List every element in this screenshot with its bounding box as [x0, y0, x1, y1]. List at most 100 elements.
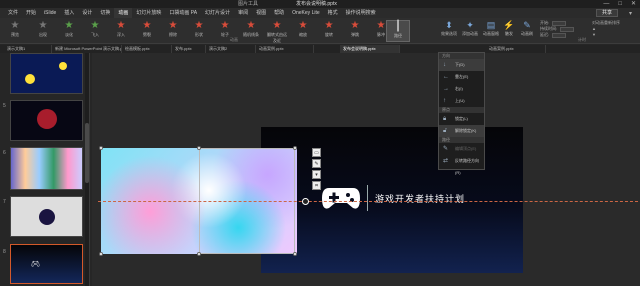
arrow-left-icon: ← — [443, 74, 449, 80]
doc-tab-active[interactable]: 发布会说明稿.pptx — [340, 45, 400, 53]
anim-grow-turn[interactable]: ★ 翻转式由远及近 — [266, 20, 288, 43]
anim-label: 旋转 — [325, 32, 333, 37]
anim-shape[interactable]: ★ 形状 — [188, 20, 210, 42]
menu-item-left[interactable]: ← 靠左(E) — [439, 71, 484, 83]
window-title: 发布会说明稿.pptx — [296, 1, 337, 7]
slide-thumbnail[interactable] — [10, 147, 83, 190]
timing-group-label: 计时 — [578, 37, 586, 42]
quick-filter-icon[interactable]: ▾ — [312, 170, 321, 179]
fly-in-icon: ★ — [90, 20, 100, 31]
anim-bounce[interactable]: ★ 弹跳 — [344, 20, 366, 42]
menu-item-label: 解除锁定(K) — [455, 128, 477, 133]
scrollbar-thumb[interactable] — [85, 123, 89, 183]
resize-handle[interactable] — [293, 146, 297, 150]
quick-layout-icon[interactable]: ▭ — [312, 148, 321, 157]
reverse-icon: ⇄ — [443, 158, 449, 164]
resize-handle[interactable] — [293, 252, 297, 256]
duration-field[interactable] — [560, 26, 575, 32]
doc-tab[interactable]: 动画案例.pptx — [486, 45, 546, 53]
menu-item-label: 上(U) — [455, 98, 465, 103]
brush-icon: ✎ — [523, 20, 531, 30]
grow-turn-icon: ★ — [272, 20, 282, 31]
wheel-icon: ★ — [220, 20, 230, 31]
menu-item-locked[interactable]: 🔒︎ 锁定(L) — [439, 113, 484, 125]
doc-tab[interactable]: 发布.pptx — [172, 45, 206, 53]
menu-item-reverse-path[interactable]: ⇄ 反转路径方向(R) — [439, 155, 484, 175]
delay-field[interactable] — [552, 32, 567, 38]
menu-item-right[interactable]: → 右(I) — [439, 83, 484, 95]
anim-label: 浮入 — [117, 32, 125, 37]
share-button[interactable]: 共享 — [595, 9, 618, 17]
anim-wipe[interactable]: ★ 擦除 — [162, 20, 184, 42]
gamepad-icon — [322, 188, 360, 209]
start-select[interactable] — [552, 20, 567, 26]
move-later-icon[interactable]: ▼ — [592, 32, 596, 38]
menu-item-label: 靠左(E) — [455, 74, 469, 79]
resize-handle[interactable] — [197, 146, 201, 150]
path-line-icon: ┃ — [394, 21, 402, 32]
slide-thumbnail[interactable] — [10, 196, 83, 237]
add-animation-icon: ✦ — [466, 20, 474, 30]
doc-tab[interactable]: 新建 Microsoft PowerPoint 演示文稿.pptx — [52, 45, 122, 53]
title-divider — [367, 185, 368, 211]
doc-tab[interactable]: 演示文稿2 — [206, 45, 256, 53]
quick-style-icon[interactable]: ✎ — [312, 159, 321, 168]
anim-label: 淡化 — [65, 32, 73, 37]
resize-handle[interactable] — [99, 252, 103, 256]
anim-motion-path[interactable]: ┃ 路径 — [386, 20, 410, 42]
trigger-button[interactable]: ⚡ 触发 — [500, 20, 518, 37]
anim-label: 劈裂 — [143, 32, 151, 37]
window-controls: — □ ✕ — [603, 0, 636, 8]
menu-item-label: 锁定(L) — [455, 116, 468, 121]
anim-fly-in[interactable]: ★ 飞入 — [84, 20, 106, 42]
animation-group-label: 动画 — [230, 37, 238, 42]
quick-crop-icon[interactable]: ⌗ — [312, 181, 321, 190]
maximize-icon[interactable]: □ — [618, 0, 622, 8]
menu-item-up[interactable]: ↑ 上(U) — [439, 95, 484, 107]
preview-button[interactable]: ★ 预览 — [4, 20, 26, 42]
anim-random-bars[interactable]: ★ 随机线条 — [240, 20, 262, 42]
doc-tab[interactable]: 演示文稿1 — [4, 45, 52, 53]
anim-zoom[interactable]: ★ 缩放 — [292, 20, 314, 42]
animation-painter-button[interactable]: ✎ 动画刷 — [518, 20, 536, 37]
path-end-point[interactable] — [302, 198, 309, 205]
effect-options-menu: 方向 ↓ 下(D) ← 靠左(E) → 右(I) ↑ 上(U) 原点 🔒︎ 锁定(L) 🔓… — [438, 52, 485, 175]
slide-title[interactable]: 游戏开发者扶持计划 — [375, 192, 465, 205]
anim-float-in[interactable]: ★ 浮入 — [110, 20, 132, 42]
arrow-down-icon: ↓ — [443, 62, 446, 68]
unlock-icon: 🔓︎ — [443, 128, 447, 134]
menu-item-unlocked[interactable]: 🔓︎ 解除锁定(K) — [439, 125, 484, 137]
random-bars-icon: ★ — [246, 20, 256, 31]
trigger-label: 触发 — [505, 31, 513, 36]
gamepad-icon: 🎮︎ — [31, 261, 40, 268]
resize-handle[interactable] — [197, 252, 201, 256]
menu-item-down[interactable]: ↓ 下(D) — [439, 59, 484, 71]
doc-tab[interactable]: 动画案例.pptx — [256, 45, 314, 53]
slide-thumbnail-selected[interactable]: 🎮︎ — [10, 244, 83, 284]
effect-options-label: 效果选项 — [441, 31, 457, 36]
doc-tab[interactable]: 绘画模板.pptx — [122, 45, 172, 53]
anim-fade[interactable]: ★ 淡化 — [58, 20, 80, 42]
menu-item-edit-points[interactable]: ✎ 编辑顶点(E) — [439, 143, 484, 155]
anim-split[interactable]: ★ 劈裂 — [136, 20, 158, 42]
slide-thumbnail[interactable] — [10, 100, 83, 141]
thumbnail-scrollbar[interactable] — [85, 53, 89, 286]
powerpoint-window: 图片工具 发布会说明稿.pptx — □ ✕ 文件 开始 iSlide 插入 设… — [0, 0, 640, 286]
anim-appear[interactable]: ★ 出现 — [32, 20, 54, 42]
resize-handle[interactable] — [99, 146, 103, 150]
animation-pane-button[interactable]: ▤ 动画窗格 — [482, 20, 500, 37]
menu-item-label: 下(D) — [455, 62, 465, 67]
slide-thumbnail-panel: 5 6 7 8 🎮︎ — [0, 53, 90, 286]
motion-path-guide[interactable] — [98, 201, 638, 202]
add-animation-button[interactable]: ✦ 添加动画 — [461, 20, 479, 37]
fade-icon: ★ — [64, 20, 74, 31]
arrow-right-icon: → — [443, 86, 449, 92]
minimize-icon[interactable]: — — [603, 0, 609, 8]
anim-swivel[interactable]: ★ 旋转 — [318, 20, 340, 42]
slide-number: 6 — [3, 150, 6, 156]
slide-thumbnail[interactable] — [10, 53, 83, 94]
effect-options-button[interactable]: ⬍ 效果选项 — [440, 20, 458, 37]
slide-number: 7 — [3, 199, 6, 205]
close-icon[interactable]: ✕ — [631, 0, 636, 8]
shape-icon: ★ — [194, 20, 204, 31]
